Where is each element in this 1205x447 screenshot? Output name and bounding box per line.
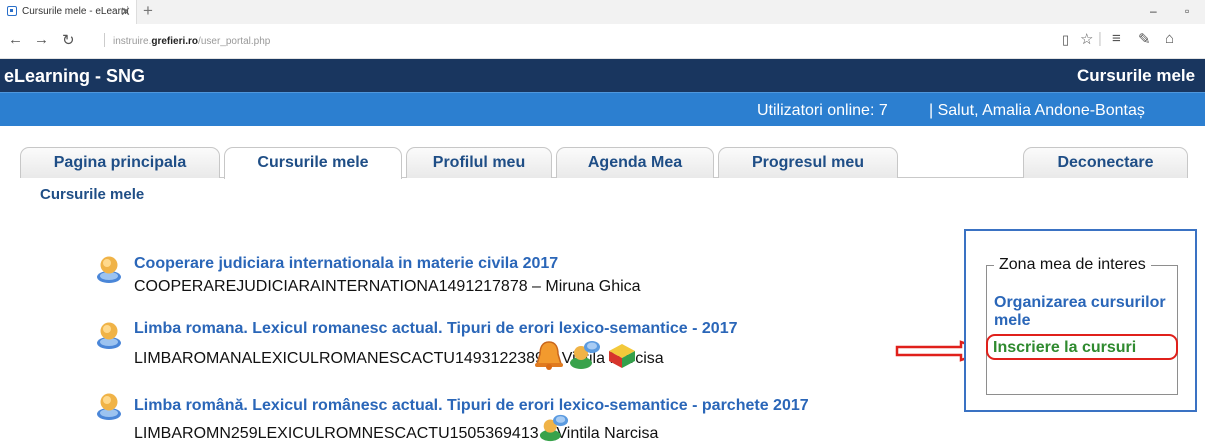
- share-icon[interactable]: ⌂: [1165, 30, 1174, 47]
- minimize-button[interactable]: –: [1150, 4, 1157, 18]
- close-tab-icon[interactable]: ✕: [120, 4, 131, 20]
- course-code: COOPERAREJUDICIARAINTERNATIONA1491217878…: [134, 278, 641, 295]
- section-title: Cursurile mele: [1077, 66, 1196, 85]
- course-title-link[interactable]: Limba romana. Lexicul romanesc actual. T…: [134, 320, 738, 338]
- favorite-star-icon[interactable]: ☆: [1080, 30, 1093, 48]
- browser-tab-title: Cursurile mele - eLearni: [22, 6, 129, 17]
- interest-zone-legend: Zona mea de interes: [994, 256, 1151, 274]
- learning-path-icon[interactable]: [605, 342, 639, 370]
- tab-cursurile-mele[interactable]: Cursurile mele: [224, 147, 402, 179]
- new-tab-button[interactable]: +: [143, 1, 153, 21]
- course-code: LIMBAROMN259LEXICULROMNESCACTU1505369413…: [134, 425, 659, 442]
- toolbar-divider: |: [1098, 30, 1102, 47]
- site-header: eLearning - SNG Cursurile mele: [0, 59, 1205, 92]
- hub-icon[interactable]: ≡: [1112, 30, 1121, 47]
- browser-tab-bar: Cursurile mele - eLearni ✕ + – ▫: [0, 0, 1205, 24]
- reading-view-icon[interactable]: ▯: [1062, 32, 1069, 48]
- course-user-icon: [97, 393, 121, 420]
- breadcrumb: Cursurile mele: [40, 186, 145, 203]
- site-brand: eLearning - SNG: [4, 66, 146, 86]
- course-user-icon: [97, 256, 121, 283]
- logout-button[interactable]: Deconectare: [1023, 147, 1188, 178]
- back-arrow-icon[interactable]: ←: [8, 31, 23, 48]
- online-users: Utilizatori online: 7: [757, 102, 888, 119]
- address-bar: ← → ↻ instruire.grefieri.ro/user_portal.…: [0, 24, 1205, 59]
- users-group-icon[interactable]: [568, 338, 602, 370]
- forward-arrow-icon[interactable]: →: [34, 31, 49, 48]
- tab-profilul-meu[interactable]: Profilul meu: [406, 147, 552, 178]
- greeting: | Salut, Amalia Andone-Bontaș: [929, 102, 1145, 119]
- user-bar: Utilizatori online: 7 | Salut, Amalia An…: [0, 92, 1205, 126]
- course-user-icon: [97, 322, 121, 349]
- announcement-bell-icon[interactable]: [532, 340, 566, 370]
- url-field[interactable]: instruire.grefieri.ro/user_portal.php: [104, 33, 270, 47]
- interest-zone-fieldset: [986, 265, 1178, 395]
- refresh-icon[interactable]: ↻: [62, 31, 75, 49]
- browser-tab[interactable]: Cursurile mele - eLearni ✕: [0, 0, 137, 24]
- site-favicon-icon: [7, 6, 17, 16]
- restore-button[interactable]: ▫: [1185, 4, 1189, 18]
- users-group-icon[interactable]: [538, 412, 570, 442]
- organize-courses-link[interactable]: Organizarea cursurilor mele: [994, 294, 1174, 330]
- enroll-courses-link[interactable]: Inscriere la cursuri: [993, 339, 1136, 357]
- tab-pagina-principala[interactable]: Pagina principala: [20, 147, 220, 178]
- tab-progresul-meu[interactable]: Progresul meu: [718, 147, 898, 178]
- web-note-icon[interactable]: ✎: [1138, 30, 1151, 48]
- course-title-link[interactable]: Cooperare judiciara internationala in ma…: [134, 255, 558, 273]
- tab-agenda-mea[interactable]: Agenda Mea: [556, 147, 714, 178]
- course-title-link[interactable]: Limba română. Lexicul românesc actual. T…: [134, 397, 809, 415]
